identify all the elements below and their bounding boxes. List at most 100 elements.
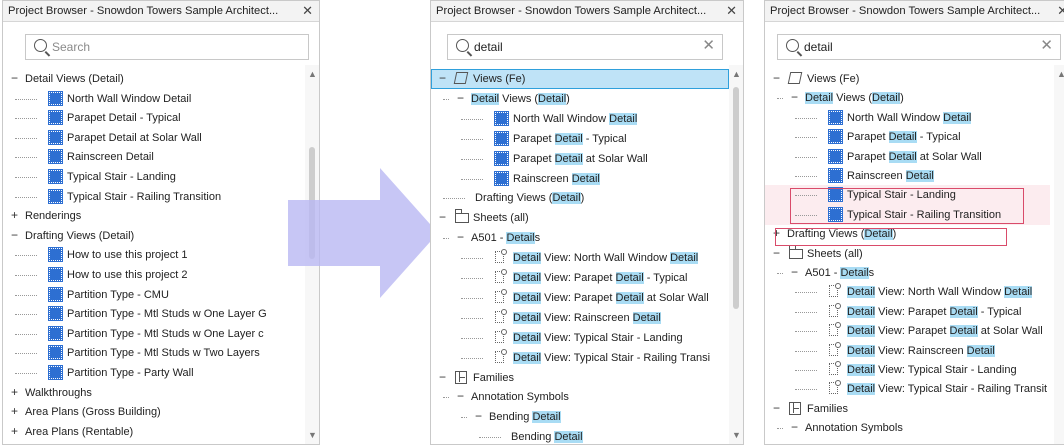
tree-row[interactable]: Partition Type - Mtl Studs w Two Layers [3,343,305,363]
clear-icon[interactable]: ✕ [1040,37,1053,55]
sheet-view-icon [495,269,507,283]
tree-row[interactable]: Detail View: Rainscreen Detail [765,341,1050,361]
tree-row[interactable]: Partition Type - CMU [3,285,305,305]
tree-row[interactable]: − Views (Fe) [765,69,1050,89]
collapse-icon[interactable]: − [439,211,446,224]
tree-row[interactable]: Parapet Detail at Solar Wall [765,147,1050,167]
search-input[interactable] [804,39,1004,55]
tree-row[interactable]: North Wall Window Detail [3,89,305,109]
tree-row[interactable]: Detail View: Typical Stair - Railing Tra… [765,379,1050,399]
tree-row[interactable]: Detail View: Typical Stair - Landing [431,328,729,348]
collapse-icon[interactable]: − [475,410,482,423]
collapse-icon[interactable]: − [791,91,798,104]
tree-row[interactable]: Parapet Detail - Typical [431,129,729,149]
tree-row[interactable]: Drafting Views (Detail) [431,188,729,208]
collapse-icon[interactable]: − [457,390,464,403]
tree-guide-line [15,353,37,355]
tree-row[interactable]: − Detail Views (Detail) [431,89,729,109]
search-input[interactable] [52,39,252,55]
scroll-up-icon[interactable]: ▲ [1057,69,1064,79]
tree-row[interactable]: Partition Type - Mtl Studs w One Layer G [3,304,305,324]
tree-row[interactable]: − A501 - Details [431,228,729,248]
tree-row[interactable]: Detail View: Parapet Detail - Typical [431,268,729,288]
tree-scrollbar[interactable]: ▲ [1054,65,1064,444]
clear-icon[interactable]: ✕ [702,37,715,55]
tree-row[interactable]: − Annotation Symbols [431,387,729,407]
tree-row[interactable]: − Sheets (all) [431,208,729,228]
expand-icon[interactable]: + [11,385,18,399]
search-box[interactable]: ✕ [447,34,723,60]
tree-row[interactable]: Bending Detail [431,427,729,444]
collapse-icon[interactable]: − [439,72,446,85]
close-icon[interactable]: ✕ [726,3,737,18]
search-box[interactable]: ✕ [777,34,1061,60]
views-icon [787,72,803,84]
expand-icon[interactable]: + [11,424,18,438]
scroll-down-icon[interactable]: ▼ [308,430,317,440]
collapse-icon[interactable]: − [11,228,18,242]
tree-row[interactable]: Rainscreen Detail [431,169,729,189]
tree-row[interactable]: How to use this project 1 [3,245,305,265]
collapse-icon[interactable]: − [773,401,780,415]
tree-row[interactable]: How to use this project 2 [3,265,305,285]
tree-row[interactable]: − Annotation Symbols [765,418,1050,438]
tree-scrollbar[interactable]: ▲ ▼ [729,65,743,444]
tree-row-label: Detail View: Parapet Detail at Solar Wal… [513,291,709,304]
scroll-up-icon[interactable]: ▲ [308,69,317,79]
browser-tree: − Views (Fe) − Detail Views (Detail) North W… [431,65,743,444]
tree-row[interactable]: Detail View: North Wall Window Detail [765,282,1050,302]
tree-row[interactable]: Detail View: Parapet Detail at Solar Wal… [765,321,1050,341]
collapse-icon[interactable]: − [457,231,464,244]
close-icon[interactable]: ✕ [302,3,313,18]
expand-icon[interactable]: + [11,405,18,418]
tree-row[interactable]: − Sheets (all) [765,244,1050,264]
tree-row[interactable]: Detail View: Parapet Detail - Typical [765,302,1050,322]
collapse-icon[interactable]: − [791,421,798,434]
tree-row[interactable]: + Area Plans (Rentable) [3,422,305,442]
tree-row[interactable]: Parapet Detail - Typical [3,108,305,128]
tree-row[interactable]: Partition Type - Party Wall [3,363,305,383]
tree-row[interactable]: + Renderings [3,206,305,226]
tree-row[interactable]: Rainscreen Detail [3,147,305,167]
tree-row[interactable]: Typical Stair - Landing [3,167,305,187]
collapse-icon[interactable]: − [773,246,780,260]
tree-row[interactable]: Rainscreen Detail [765,166,1050,186]
tree-row[interactable]: Detail View: Parapet Detail at Solar Wal… [431,288,729,308]
search-box[interactable] [25,34,309,60]
tree-row[interactable]: Detail View: Typical Stair - Railing Tra… [431,348,729,368]
search-match: Detail [615,291,644,304]
tree-row[interactable]: Typical Stair - Railing Transition [3,187,305,207]
label-text: s [534,232,541,245]
tree-row[interactable]: North Wall Window Detail [765,108,1050,128]
tree-row[interactable]: Parapet Detail at Solar Wall [431,149,729,169]
collapse-icon[interactable]: − [457,91,464,105]
tree-row[interactable]: − A501 - Details [765,263,1050,283]
tree-row[interactable]: − Families [765,399,1050,419]
collapse-icon[interactable]: − [773,72,780,85]
scroll-up-icon[interactable]: ▲ [732,69,741,79]
close-icon[interactable]: ✕ [1057,3,1064,18]
tree-row[interactable]: − Bending Detail [431,407,729,427]
tree-row[interactable]: + Area Plans (Gross Building) [3,402,305,422]
tree-row[interactable]: North Wall Window Detail [431,109,729,129]
collapse-icon[interactable]: − [439,370,446,384]
tree-row[interactable]: − Detail Views (Detail) [3,69,305,89]
expand-icon[interactable]: + [11,209,18,222]
tree-row[interactable]: Detail View: Rainscreen Detail [431,308,729,328]
search-input[interactable] [474,39,674,55]
tree-row[interactable]: Parapet Detail - Typical [765,127,1050,147]
tree-row[interactable]: − Drafting Views (Detail) [3,226,305,246]
scroll-thumb[interactable] [733,87,739,309]
collapse-icon[interactable]: − [11,72,18,85]
tree-row[interactable]: − Detail Views (Detail) [765,88,1050,108]
tree-row[interactable]: Detail View: Typical Stair - Landing [765,360,1050,380]
tree-row[interactable]: − Families [431,368,729,388]
tree-row[interactable]: Parapet Detail at Solar Wall [3,128,305,148]
collapse-icon[interactable]: − [791,266,798,279]
tree-row[interactable]: Detail View: North Wall Window Detail [431,248,729,268]
tree-row-label: A501 - Details [805,267,874,279]
tree-row[interactable]: − Views (Fe) [431,69,729,89]
tree-row[interactable]: Partition Type - Mtl Studs w One Layer c [3,324,305,344]
tree-row[interactable]: + Walkthroughs [3,383,305,403]
scroll-down-icon[interactable]: ▼ [732,430,741,440]
